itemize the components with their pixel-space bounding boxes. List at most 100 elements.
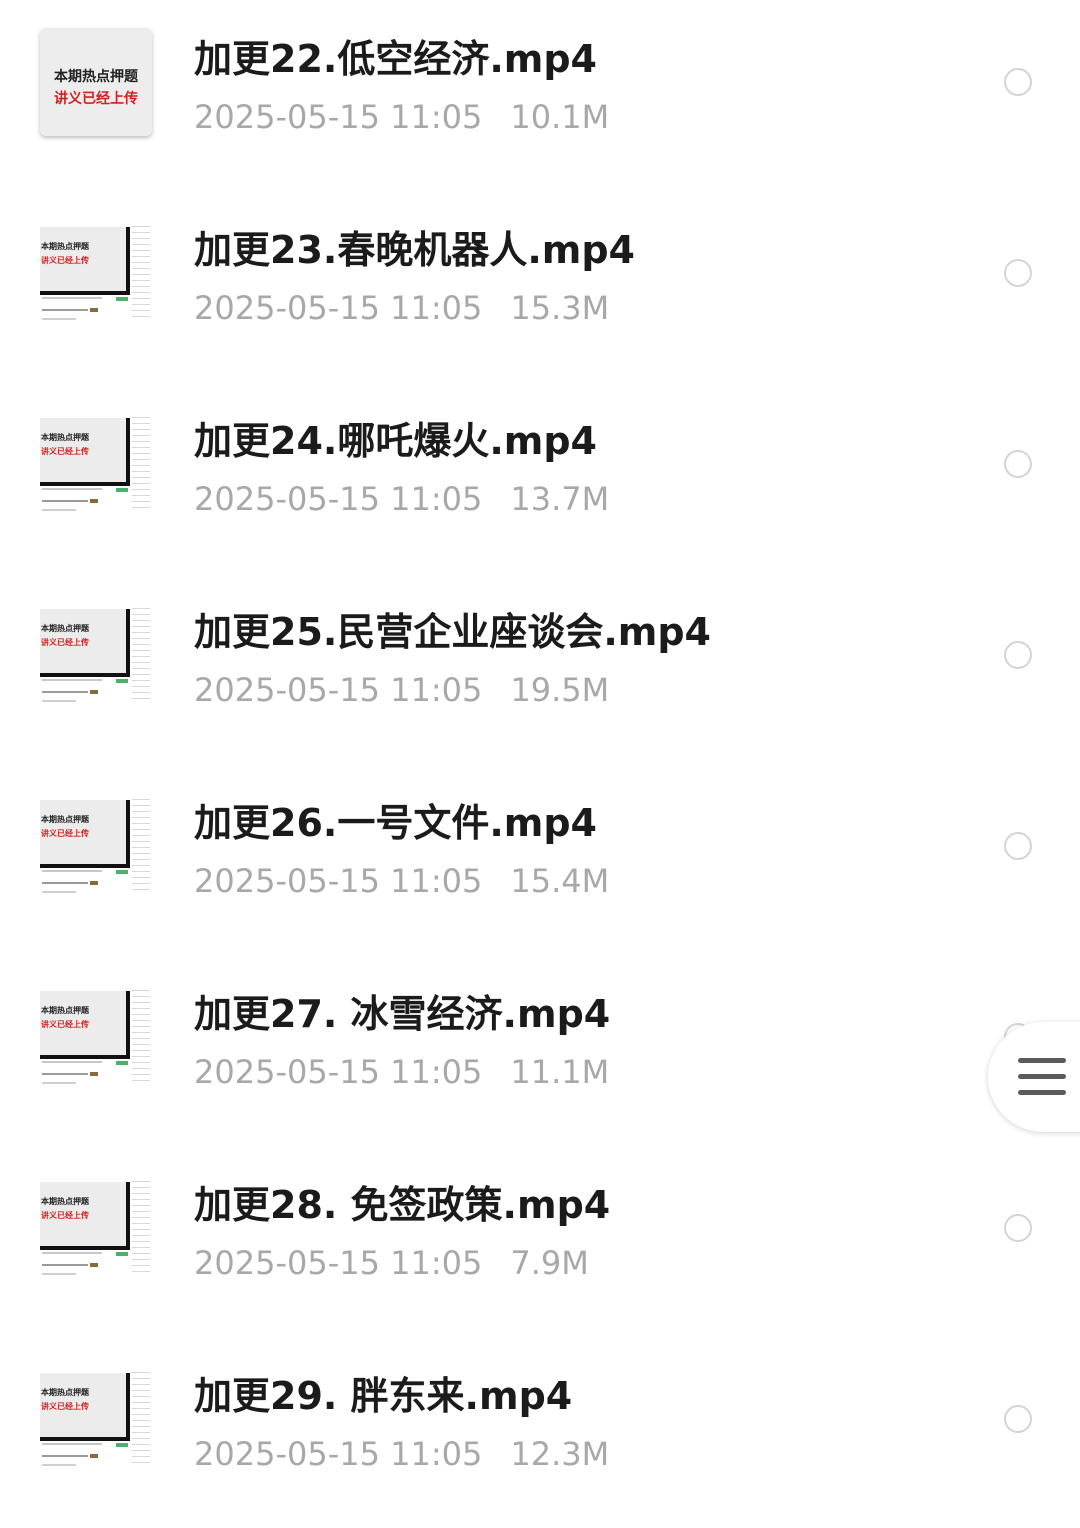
thumbnail-text-line — [42, 1273, 76, 1275]
thumbnail-text-line — [42, 309, 88, 311]
file-size: 12.3M — [510, 1435, 610, 1473]
thumbnail-title: 本期热点押题 — [41, 1388, 89, 1397]
thumbnail-text-line — [42, 1443, 102, 1445]
thumbnail-text-line — [42, 1252, 102, 1254]
thumbnail-button — [116, 1443, 128, 1447]
file-row[interactable]: 本期热点押题 讲义已经上传 加更26.一号文件.mp4 2025-05-15 1… — [0, 764, 1080, 955]
file-meta: 2025-05-15 11:05 11.1M — [194, 1056, 609, 1088]
file-meta: 2025-05-15 11:05 15.4M — [194, 865, 609, 897]
file-name[interactable]: 加更24.哪吒爆火.mp4 — [194, 422, 597, 460]
thumbnail-badge — [90, 1454, 98, 1458]
select-radio[interactable] — [1004, 641, 1032, 669]
thumbnail-badge — [90, 881, 98, 885]
thumbnail-title: 本期热点押题 — [54, 69, 138, 85]
file-size: 7.9M — [510, 1244, 589, 1282]
video-thumbnail[interactable]: 本期热点押题 讲义已经上传 — [40, 1174, 152, 1282]
thumbnail-badge — [90, 499, 98, 503]
file-name[interactable]: 加更26.一号文件.mp4 — [194, 804, 597, 842]
thumbnail-title: 本期热点押题 — [41, 1006, 89, 1015]
thumbnail-text-line — [42, 700, 76, 702]
thumbnail-title: 本期热点押题 — [41, 624, 89, 633]
thumbnail-subtitle: 讲义已经上传 — [54, 91, 138, 107]
thumbnail-subtitle: 讲义已经上传 — [41, 447, 89, 456]
video-thumbnail[interactable]: 本期热点押题 讲义已经上传 — [40, 219, 152, 327]
file-meta: 2025-05-15 11:05 19.5M — [194, 674, 609, 706]
file-date: 2025-05-15 11:05 — [194, 289, 483, 327]
file-row[interactable]: 本期热点押题 讲义已经上传 加更25.民营企业座谈会.mp4 2025-05-1… — [0, 573, 1080, 764]
thumbnail-text-line — [42, 488, 102, 490]
thumbnail-badge — [90, 690, 98, 694]
file-size: 19.5M — [510, 671, 610, 709]
file-name[interactable]: 加更27. 冰雪经济.mp4 — [194, 995, 610, 1033]
select-radio[interactable] — [1004, 1405, 1032, 1433]
thumbnail-subtitle: 讲义已经上传 — [41, 829, 89, 838]
file-name[interactable]: 加更22.低空经济.mp4 — [194, 40, 597, 78]
select-radio[interactable] — [1004, 450, 1032, 478]
thumbnail-button — [116, 297, 128, 301]
thumbnail-text-line — [42, 870, 102, 872]
thumbnail-text-line — [42, 691, 88, 693]
thumbnail-sidebar — [132, 412, 150, 512]
file-name[interactable]: 加更28. 免签政策.mp4 — [194, 1186, 610, 1224]
select-radio[interactable] — [1004, 1214, 1032, 1242]
thumbnail-sidebar — [132, 1176, 150, 1276]
thumbnail-subtitle: 讲义已经上传 — [41, 1402, 89, 1411]
file-row[interactable]: 本期热点押题 讲义已经上传 加更22.低空经济.mp4 2025-05-15 1… — [0, 0, 1080, 191]
thumbnail-subtitle: 讲义已经上传 — [41, 1020, 89, 1029]
video-thumbnail[interactable]: 本期热点押题 讲义已经上传 — [40, 983, 152, 1091]
thumbnail-text-line — [42, 1264, 88, 1266]
file-name[interactable]: 加更23.春晚机器人.mp4 — [194, 231, 635, 269]
thumbnail-text-line — [42, 1061, 102, 1063]
thumbnail-text-line — [42, 679, 102, 681]
thumbnail-text-line — [42, 1073, 88, 1075]
file-size: 10.1M — [510, 98, 610, 136]
select-radio[interactable] — [1004, 832, 1032, 860]
select-radio[interactable] — [1004, 259, 1032, 287]
video-thumbnail[interactable]: 本期热点押题 讲义已经上传 — [40, 601, 152, 709]
thumbnail-button — [116, 1252, 128, 1256]
video-thumbnail[interactable]: 本期热点押题 讲义已经上传 — [40, 410, 152, 518]
thumbnail-subtitle: 讲义已经上传 — [41, 256, 89, 265]
file-size: 15.4M — [510, 862, 610, 900]
video-thumbnail[interactable]: 本期热点押题 讲义已经上传 — [40, 792, 152, 900]
file-meta: 2025-05-15 11:05 10.1M — [194, 101, 609, 133]
thumbnail-button — [116, 870, 128, 874]
file-meta: 2025-05-15 11:05 7.9M — [194, 1247, 589, 1279]
file-meta: 2025-05-15 11:05 13.7M — [194, 483, 609, 515]
file-row[interactable]: 本期热点押题 讲义已经上传 加更27. 冰雪经济.mp4 2025-05-15 … — [0, 955, 1080, 1146]
file-name[interactable]: 加更25.民营企业座谈会.mp4 — [194, 613, 711, 651]
thumbnail-text-line — [42, 509, 76, 511]
file-date: 2025-05-15 11:05 — [194, 98, 483, 136]
file-date: 2025-05-15 11:05 — [194, 1053, 483, 1091]
file-row[interactable]: 本期热点押题 讲义已经上传 加更24.哪吒爆火.mp4 2025-05-15 1… — [0, 382, 1080, 573]
file-list: 本期热点押题 讲义已经上传 加更22.低空经济.mp4 2025-05-15 1… — [0, 0, 1080, 1517]
video-thumbnail[interactable]: 本期热点押题 讲义已经上传 — [40, 1365, 152, 1473]
video-thumbnail[interactable]: 本期热点押题 讲义已经上传 — [40, 28, 152, 136]
file-date: 2025-05-15 11:05 — [194, 671, 483, 709]
thumbnail-sidebar — [132, 221, 150, 321]
file-row[interactable]: 本期热点押题 讲义已经上传 加更28. 免签政策.mp4 2025-05-15 … — [0, 1146, 1080, 1337]
thumbnail-subtitle: 讲义已经上传 — [41, 638, 89, 647]
thumbnail-subtitle: 讲义已经上传 — [41, 1211, 89, 1220]
file-date: 2025-05-15 11:05 — [194, 1435, 483, 1473]
select-radio[interactable] — [1004, 68, 1032, 96]
thumbnail-text-line — [42, 500, 88, 502]
file-row[interactable]: 本期热点押题 讲义已经上传 加更29. 胖东来.mp4 2025-05-15 1… — [0, 1337, 1080, 1528]
file-date: 2025-05-15 11:05 — [194, 1244, 483, 1282]
file-row[interactable]: 本期热点押题 讲义已经上传 加更23.春晚机器人.mp4 2025-05-15 … — [0, 191, 1080, 382]
thumbnail-text-line — [42, 1455, 88, 1457]
thumbnail-text-line — [42, 297, 102, 299]
thumbnail-sidebar — [132, 603, 150, 703]
thumbnail-title: 本期热点押题 — [41, 242, 89, 251]
thumbnail-badge — [90, 308, 98, 312]
thumbnail-text-line — [42, 1464, 76, 1466]
thumbnail-text-line — [42, 1082, 76, 1084]
thumbnail-badge — [90, 1263, 98, 1267]
file-name[interactable]: 加更29. 胖东来.mp4 — [194, 1377, 572, 1415]
thumbnail-text-line — [42, 891, 76, 893]
file-date: 2025-05-15 11:05 — [194, 862, 483, 900]
thumbnail-sidebar — [132, 1367, 150, 1467]
thumbnail-sidebar — [132, 794, 150, 894]
thumbnail-button — [116, 1061, 128, 1065]
thumbnail-button — [116, 679, 128, 683]
